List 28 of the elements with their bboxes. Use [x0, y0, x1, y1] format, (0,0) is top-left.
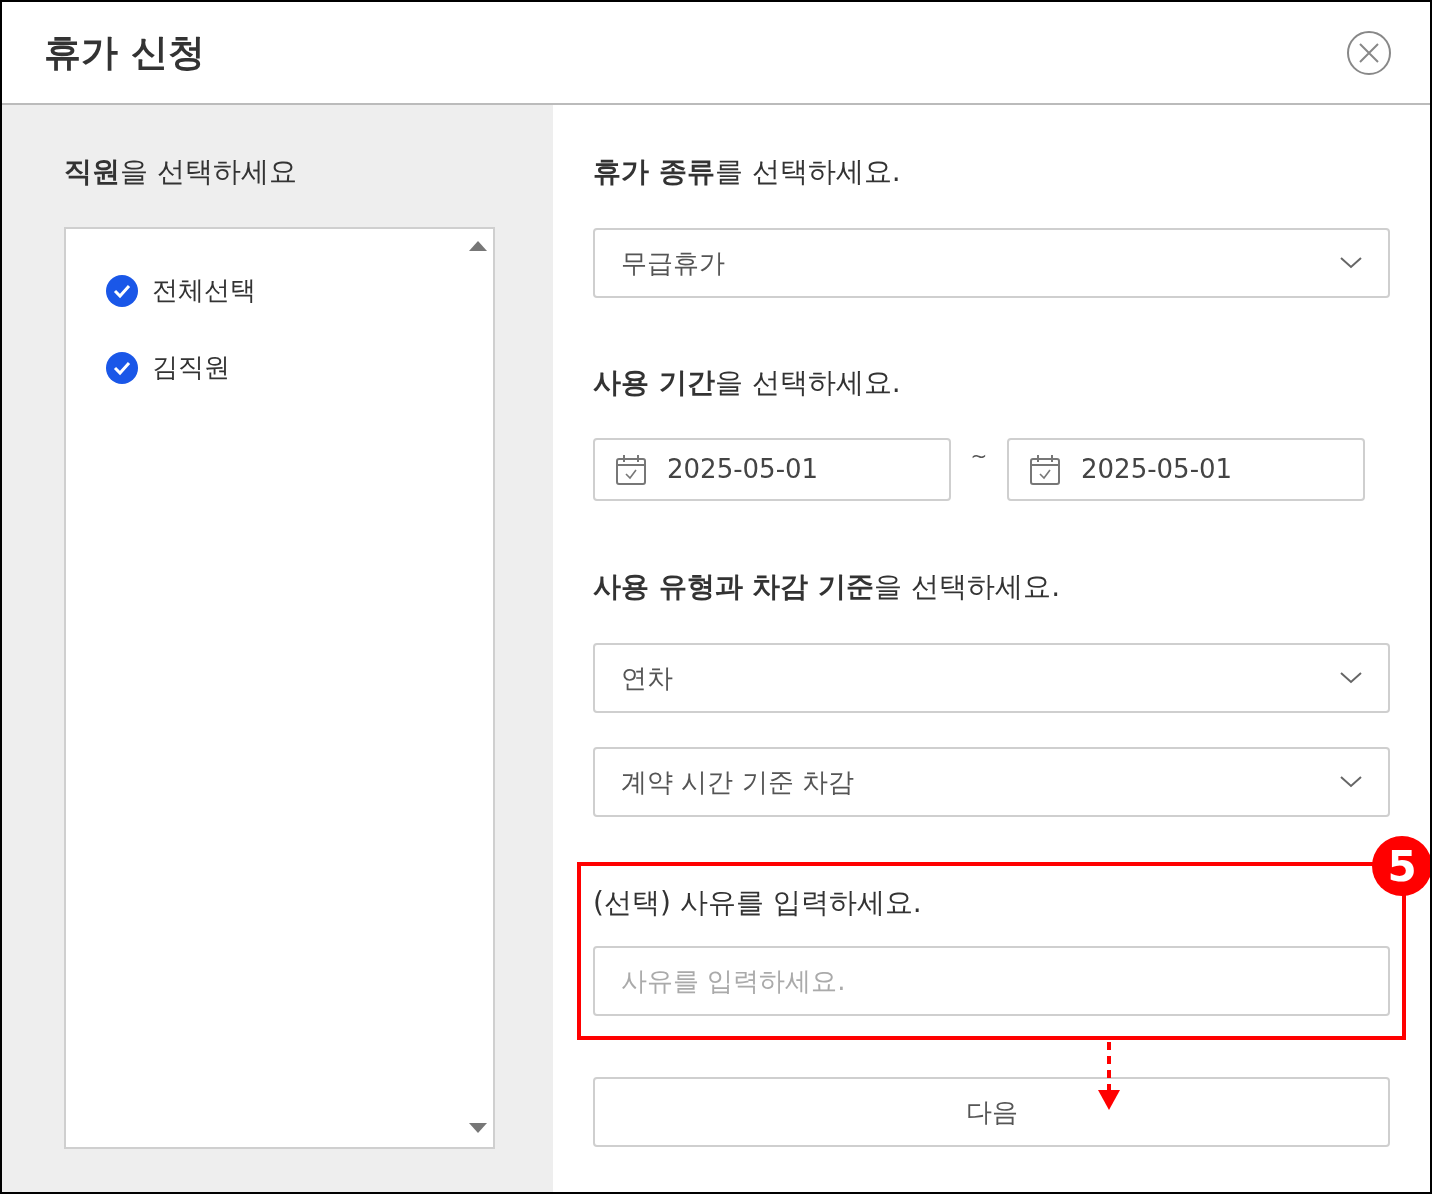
- date-field[interactable]: 2025-05-01: [1007, 438, 1365, 501]
- dialog-title: 휴가 신청: [44, 29, 205, 76]
- chevron-down-icon: [1340, 257, 1362, 269]
- dropdown-select[interactable]: 연차: [593, 643, 1390, 713]
- employee-label[interactable]: 김직원: [152, 348, 230, 387]
- dropdown-select[interactable]: 무급휴가: [593, 228, 1390, 298]
- scroll-down-icon[interactable]: [469, 1123, 487, 1133]
- dashed-arrow: [1097, 1040, 1121, 1110]
- section-heading: (선택) 사유를 입력하세요.: [593, 888, 923, 918]
- section-heading: 직원을 선택하세요: [64, 157, 298, 187]
- checked-checkbox-icon[interactable]: [106, 351, 138, 384]
- dropdown-select[interactable]: 계약 시간 기준 차감: [593, 747, 1390, 817]
- chevron-down-icon: [1340, 776, 1362, 788]
- section-heading: 휴가 종류를 선택하세요.: [593, 157, 902, 187]
- section-heading: 사용 유형과 차감 기준을 선택하세요.: [593, 572, 1062, 602]
- reason-input-field[interactable]: 사유를 입력하세요.: [593, 946, 1390, 1016]
- chevron-down-icon: [1340, 672, 1362, 684]
- calendar-icon: [1029, 453, 1061, 486]
- range-separator: ~: [969, 446, 989, 466]
- date-field[interactable]: 2025-05-01: [593, 438, 951, 501]
- calendar-icon: [615, 453, 647, 486]
- employee-label[interactable]: 전체선택: [152, 271, 256, 310]
- next-button[interactable]: 다음: [593, 1077, 1390, 1147]
- section-heading: 사용 기간을 선택하세요.: [593, 368, 902, 398]
- checked-checkbox-icon[interactable]: [106, 274, 138, 307]
- step-badge: 5: [1372, 836, 1430, 896]
- scroll-up-icon[interactable]: [469, 241, 487, 251]
- close-icon[interactable]: [1346, 29, 1392, 76]
